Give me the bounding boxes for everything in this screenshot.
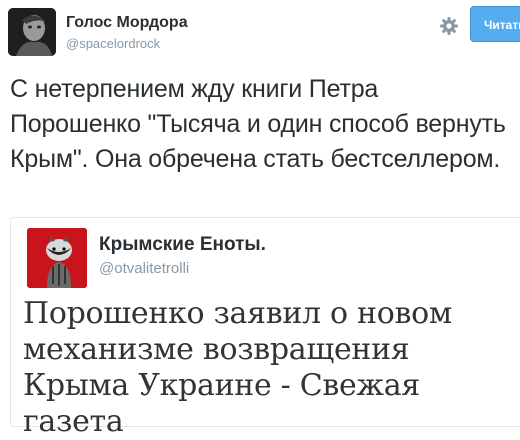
tweet-text: С нетерпением жду книги Петра Порошенко … xyxy=(10,75,506,173)
quoted-tweet[interactable]: Крымские Еноты. @otvalitetrolli Порошенк… xyxy=(10,217,520,439)
gear-icon[interactable] xyxy=(438,15,460,37)
author-name[interactable]: Голос Мордора xyxy=(66,14,188,32)
author-avatar[interactable] xyxy=(8,8,56,56)
quoted-avatar[interactable] xyxy=(27,228,87,288)
follow-button[interactable]: Читать xyxy=(470,6,520,42)
author-handle[interactable]: @spacelordrock xyxy=(66,36,160,51)
quoted-author-name[interactable]: Крымские Еноты. xyxy=(99,234,266,256)
quoted-author-handle[interactable]: @otvalitetrolli xyxy=(99,260,189,277)
quoted-headline: Порошенко заявил о новом механизме возвр… xyxy=(23,296,452,439)
